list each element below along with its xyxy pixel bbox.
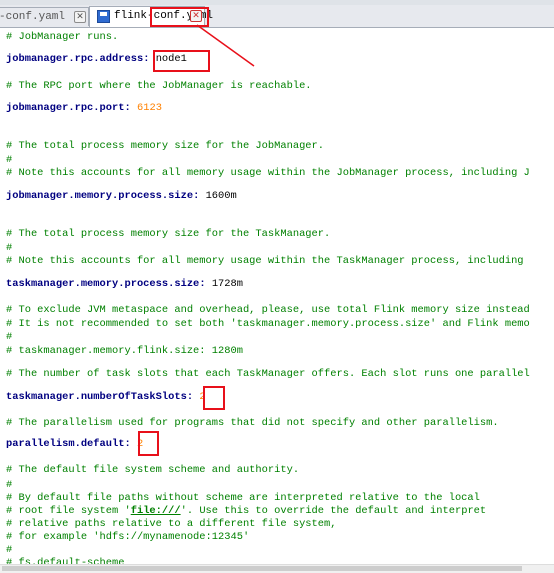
- highlight-box-task-slots: [203, 386, 225, 410]
- comment-line: #: [6, 479, 13, 491]
- comment-line: # The total process memory size for the …: [6, 140, 325, 152]
- comment-line: #: [6, 242, 13, 254]
- comment-text: '. Use this to override the default and …: [180, 505, 487, 517]
- config-line: taskmanager.numberOfTaskSlots: 2: [6, 391, 206, 404]
- config-key: taskmanager.numberOfTaskSlots: [6, 391, 187, 403]
- tab-bar: -conf.yaml ✕ flink-conf.yaml ✕: [0, 5, 554, 28]
- tab-conf-yaml[interactable]: -conf.yaml ✕: [0, 7, 89, 26]
- config-value: 1600m: [205, 190, 237, 202]
- comment-line: #: [6, 154, 13, 166]
- config-line: taskmanager.memory.process.size: 1728m: [6, 278, 243, 291]
- comment-line: # It is not recommended to set both 'tas…: [6, 318, 530, 330]
- config-key: jobmanager.memory.process.size: [6, 190, 194, 202]
- editor-text-area[interactable]: # JobManager runs. jobmanager.rpc.address…: [0, 28, 554, 564]
- config-value: 1728m: [211, 278, 243, 290]
- key-separator: :: [124, 102, 131, 114]
- comment-line: # The parallelism used for programs that…: [6, 417, 499, 429]
- key-separator: :: [186, 391, 194, 403]
- comment-line: # Note this accounts for all memory usag…: [6, 255, 524, 267]
- highlight-box-parallelism: [138, 431, 159, 456]
- config-key: parallelism.default: [6, 438, 125, 450]
- config-line: jobmanager.rpc.port: 6123: [6, 102, 162, 115]
- config-key: jobmanager.rpc.address: [6, 53, 144, 65]
- comment-text: # root file system ': [6, 505, 131, 517]
- file-link[interactable]: file:///: [131, 505, 181, 517]
- comment-line: #: [6, 544, 13, 556]
- comment-line: # relative paths relative to a different…: [6, 518, 337, 530]
- close-icon[interactable]: ✕: [74, 11, 86, 23]
- save-icon: [97, 10, 110, 23]
- comment-line: # Note this accounts for all memory usag…: [6, 167, 530, 179]
- key-separator: :: [124, 438, 131, 450]
- scrollbar-thumb[interactable]: [2, 566, 522, 571]
- config-line: parallelism.default: 2: [6, 438, 143, 451]
- comment-line: # By default file paths without scheme a…: [6, 492, 480, 504]
- comment-line: #: [6, 331, 13, 343]
- comment-line: # fs.default-scheme: [6, 557, 125, 564]
- highlight-box-rpc-address: [153, 50, 210, 72]
- tab-label: -conf.yaml: [0, 11, 66, 23]
- comment-line: # root file system 'file:///'. Use this …: [6, 505, 486, 518]
- comment-line: # JobManager runs.: [6, 31, 119, 43]
- config-key: jobmanager.rpc.port: [6, 102, 125, 114]
- key-separator: :: [199, 278, 206, 290]
- comment-line: # The RPC port where the JobManager is r…: [6, 80, 312, 92]
- config-key: taskmanager.memory.process.size: [6, 278, 200, 290]
- highlight-box-tab-title: [150, 7, 209, 27]
- config-line: jobmanager.memory.process.size: 1600m: [6, 190, 237, 203]
- comment-line: # taskmanager.memory.flink.size: 1280m: [6, 345, 243, 357]
- key-separator: :: [143, 53, 150, 65]
- comment-line: # The number of task slots that each Tas…: [6, 368, 530, 380]
- config-value: 6123: [136, 102, 162, 114]
- key-separator: :: [193, 190, 200, 202]
- comment-line: # for example 'hdfs://mynamenode:12345': [6, 531, 250, 543]
- comment-line: # The default file system scheme and aut…: [6, 464, 300, 476]
- comment-line: # To exclude JVM metaspace and overhead,…: [6, 304, 530, 316]
- comment-line: # The total process memory size for the …: [6, 228, 331, 240]
